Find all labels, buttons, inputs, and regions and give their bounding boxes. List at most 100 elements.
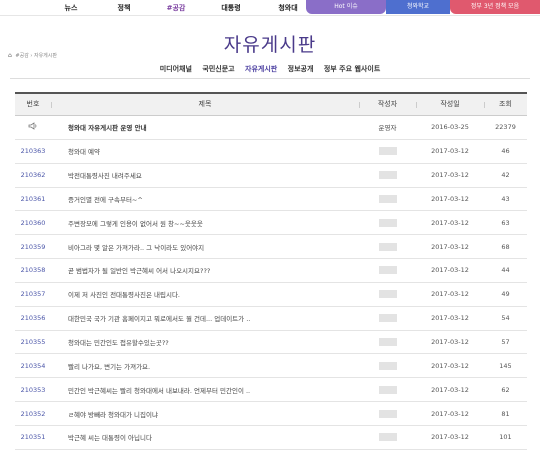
- notice-title[interactable]: 청와대 자유게시판 운영 안내: [51, 122, 359, 132]
- redacted-author: [378, 266, 397, 275]
- hot-issue-link[interactable]: Hot 이슈: [306, 0, 386, 14]
- post-title[interactable]: 박근혜 씨는 대통령이 아닙니다: [51, 432, 359, 442]
- breadcrumb: ⌂ #공감 › 자유게시판: [8, 52, 57, 59]
- post-views: 43: [501, 194, 510, 203]
- redacted-author: [378, 433, 397, 442]
- header-no: 번호: [26, 100, 40, 108]
- table-row[interactable]: 210352 ㄹ혜야 방빼라 청와대가 니집이냐 2017-03-12 81: [15, 402, 527, 426]
- post-title[interactable]: 비아그라 몇 알은 가져가라.. 그 낙이라도 있어야지: [51, 242, 359, 252]
- post-number[interactable]: 210361: [15, 195, 51, 203]
- post-views: 46: [501, 147, 510, 156]
- post-title[interactable]: 곧 범법자가 될 일반인 박근혜씨 어서 나오시지요???: [51, 265, 359, 275]
- post-number[interactable]: 210363: [15, 147, 51, 155]
- redacted-author: [378, 147, 397, 156]
- post-number[interactable]: 210357: [15, 290, 51, 298]
- redacted-author: [378, 385, 397, 394]
- subnav-item-petition[interactable]: 국민신문고: [202, 62, 234, 76]
- table-row[interactable]: 210353 민간인 박근혜씨는 빨리 청와대에서 내보내라. 언제부터 민간인이…: [15, 378, 527, 403]
- table-row[interactable]: 210354 빨리 나가요, 변기는 가져가요. 2017-03-12 145: [15, 354, 527, 379]
- post-number[interactable]: 210359: [15, 243, 51, 251]
- topnav-item-gonggam[interactable]: #공감: [150, 0, 202, 16]
- board-table: 번호 제목 작성자 작성일 조회 청와대 자유게시판 운영 안내 운영자 201…: [15, 92, 527, 450]
- table-row[interactable]: 210362 박전대통령사진 내려주세요 2017-03-12 42: [15, 164, 527, 188]
- redacted-author: [378, 338, 397, 347]
- post-views: 81: [501, 409, 510, 418]
- post-author: [359, 361, 416, 370]
- table-row[interactable]: 210363 청와대 예약 2017-03-12 46: [15, 140, 527, 164]
- subnav-item-gov-sites[interactable]: 정부 주요 웹사이트: [324, 62, 380, 76]
- post-author: [359, 433, 416, 442]
- table-row[interactable]: 210357 이제 저 사진인 전대통령사진은 내립시다. 2017-03-12 49: [15, 283, 527, 307]
- topnav-item-president[interactable]: 대통령: [202, 0, 260, 16]
- post-views: 42: [501, 171, 510, 180]
- post-date: 2017-03-12: [431, 385, 469, 394]
- post-number[interactable]: 210358: [15, 266, 51, 274]
- post-author: [359, 194, 416, 203]
- redacted-author: [378, 242, 397, 251]
- school-link[interactable]: 청와학교: [386, 0, 450, 14]
- post-number[interactable]: 210352: [15, 410, 51, 418]
- breadcrumb-text: #공감 › 자유게시판: [15, 53, 57, 59]
- post-views: 68: [501, 242, 510, 251]
- redacted-author: [378, 409, 397, 418]
- table-row[interactable]: 210360 주변장모에 그렇게 인용이 없어서 원 창~~웃웃웃 2017-03-…: [15, 211, 527, 236]
- post-date: 2017-03-12: [431, 266, 469, 275]
- header-title: 제목: [51, 94, 359, 115]
- post-author: [359, 338, 416, 347]
- topnav-item-news[interactable]: 뉴스: [44, 0, 98, 16]
- page-title: 자유게시판: [223, 34, 317, 56]
- post-title[interactable]: 주변장모에 그렇게 인용이 없어서 원 창~~웃웃웃: [51, 218, 359, 228]
- post-author: [359, 218, 416, 227]
- post-title[interactable]: 청와대는 민간인도 접유할수있는곳??: [51, 337, 359, 347]
- post-title[interactable]: ㄹ혜야 방빼라 청와대가 니집이냐: [51, 409, 359, 419]
- post-number[interactable]: 210356: [15, 314, 51, 322]
- post-title[interactable]: 민간인 박근혜씨는 빨리 청와대에서 내보내라. 언제부터 민간인이 ..: [51, 385, 359, 395]
- post-number[interactable]: 210360: [15, 219, 51, 227]
- post-number[interactable]: 210351: [15, 433, 51, 441]
- post-number[interactable]: 210362: [15, 171, 51, 179]
- redacted-author: [378, 218, 397, 227]
- post-title[interactable]: 청와대 예약: [51, 146, 359, 156]
- table-header: 번호 제목 작성자 작성일 조회: [15, 92, 527, 116]
- table-row[interactable]: 210355 청와대는 민간인도 접유할수있는곳?? 2017-03-12 57: [15, 331, 527, 355]
- table-row[interactable]: 210361 증거인멸 전에 구속부터~^ 2017-03-12 43: [15, 188, 527, 212]
- table-row[interactable]: 210356 대한민국 국가 기관 홈페이지고 뭐로에서도 뭘 건데... 업데이…: [15, 307, 527, 331]
- post-date: 2017-03-12: [431, 338, 469, 347]
- notice-row[interactable]: 청와대 자유게시판 운영 안내 운영자 2016-03-25 22379: [15, 116, 527, 140]
- post-number[interactable]: 210354: [15, 362, 51, 370]
- table-row[interactable]: 210359 비아그라 몇 알은 가져가라.. 그 낙이라도 있어야지 2017-0…: [15, 235, 527, 260]
- post-views: 63: [501, 218, 510, 227]
- topnav-item-policy[interactable]: 정책: [98, 0, 150, 16]
- subnav-item-media[interactable]: 미디어채널: [160, 62, 192, 76]
- redacted-author: [378, 171, 397, 180]
- post-author: [359, 147, 416, 156]
- post-list: 210363 청와대 예약 2017-03-12 46 210362 박전대통령사진 내려…: [15, 140, 527, 450]
- subnav-item-disclosure[interactable]: 정보공개: [288, 62, 314, 76]
- home-icon[interactable]: ⌂: [8, 52, 12, 59]
- post-author: [359, 314, 416, 323]
- table-row[interactable]: 210351 박근혜 씨는 대통령이 아닙니다 2017-03-12 101: [15, 426, 527, 450]
- redacted-author: [378, 361, 397, 370]
- post-views: 145: [499, 361, 512, 370]
- post-views: 62: [501, 385, 510, 394]
- top-menu: 뉴스 정책 #공감 대통령 청와대: [0, 0, 316, 16]
- post-author: [359, 385, 416, 394]
- policy-collection-link[interactable]: 정부 3년 정책 모음: [450, 0, 540, 14]
- post-title[interactable]: 대한민국 국가 기관 홈페이지고 뭐로에서도 뭘 건데... 업데이트가 ..: [51, 313, 359, 323]
- post-date: 2017-03-12: [431, 147, 469, 156]
- post-author: [359, 409, 416, 418]
- post-title[interactable]: 빨리 나가요, 변기는 가져가요.: [51, 361, 359, 371]
- post-title[interactable]: 증거인멸 전에 구속부터~^: [51, 194, 359, 204]
- post-number[interactable]: 210353: [15, 386, 51, 394]
- redacted-author: [378, 290, 397, 299]
- subnav-item-freeboard[interactable]: 자유게시판: [245, 62, 277, 76]
- notice-date: 2016-03-25: [431, 123, 469, 132]
- post-date: 2017-03-12: [431, 242, 469, 251]
- post-title[interactable]: 이제 저 사진인 전대통령사진은 내립시다.: [51, 289, 359, 299]
- post-author: [359, 171, 416, 180]
- post-views: 49: [501, 290, 510, 299]
- post-title[interactable]: 박전대통령사진 내려주세요: [51, 170, 359, 180]
- divider: [10, 78, 530, 79]
- post-number[interactable]: 210355: [15, 338, 51, 346]
- table-row[interactable]: 210358 곧 범법자가 될 일반인 박근혜씨 어서 나오시지요??? 2017-…: [15, 259, 527, 283]
